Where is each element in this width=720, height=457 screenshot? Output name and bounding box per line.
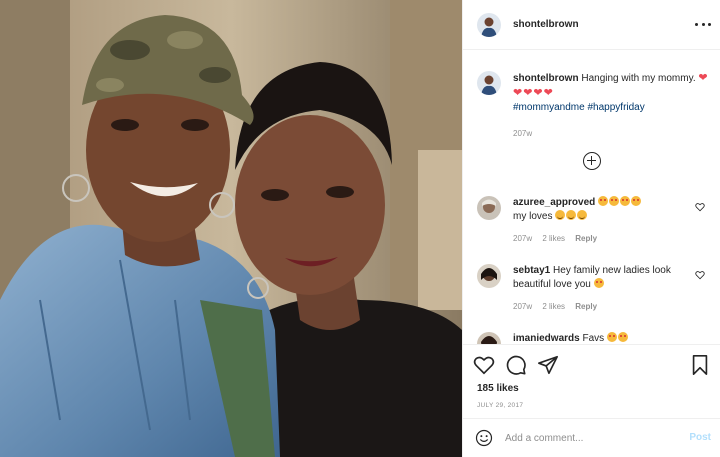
heart-eyes-emoji-icon: [606, 332, 617, 342]
caption-time[interactable]: 207w: [513, 129, 532, 138]
post-comment-button[interactable]: Post: [689, 432, 711, 443]
smile-emoji-icon: [555, 210, 566, 220]
instagram-post: shontelbrown shontelbrown Hanging with m…: [0, 0, 720, 457]
post-header: shontelbrown: [463, 0, 720, 50]
add-comment-input[interactable]: [505, 429, 675, 447]
heart-eyes-emoji-icon: [609, 196, 620, 206]
hashtag-happyfriday[interactable]: #happyfriday: [587, 102, 644, 113]
photo-illustration: [0, 0, 462, 457]
post-actions: 185 likes JULY 29, 2017: [463, 344, 720, 414]
caption-username[interactable]: shontelbrown: [513, 73, 579, 84]
commenter-avatar[interactable]: [477, 332, 501, 344]
comment-likes[interactable]: 2 likes: [542, 302, 565, 311]
caption: shontelbrown Hanging with my mommy. ❤❤❤❤…: [477, 71, 709, 141]
comment-likes[interactable]: 2 likes: [542, 234, 565, 243]
comment-text-block: sebtay1 Hey family new ladies look beaut…: [513, 264, 709, 314]
comment-item: imaniedwards Favs: [477, 332, 709, 344]
heart-eyes-emoji-icon: [598, 196, 609, 206]
caption-text: Hanging with my mommy.: [581, 73, 696, 84]
comment-time[interactable]: 207w: [513, 302, 532, 311]
reply-button[interactable]: Reply: [575, 234, 597, 243]
caption-text-block: shontelbrown Hanging with my mommy. ❤❤❤❤…: [513, 71, 709, 141]
smile-emoji-icon: [577, 210, 588, 220]
author-username[interactable]: shontelbrown: [513, 19, 579, 30]
more-options-icon[interactable]: [695, 18, 711, 30]
caption-meta: 207w: [513, 127, 709, 141]
heart-eyes-emoji-icon: [631, 196, 642, 206]
bookmark-icon[interactable]: [689, 354, 711, 376]
comment-time[interactable]: 207w: [513, 234, 532, 243]
comment-username[interactable]: azuree_approved: [513, 197, 595, 208]
comment-text-block: azuree_approved my loves 207w 2 likes Re…: [513, 196, 709, 246]
heart-icon[interactable]: [473, 354, 495, 376]
commenter-avatar[interactable]: [477, 196, 501, 220]
add-comment-bar: Post: [463, 418, 720, 457]
heart-kiss-emoji-icon: [593, 278, 604, 288]
comment-text-block: imaniedwards Favs: [513, 332, 709, 344]
comment-meta: 207w 2 likes Reply: [513, 232, 709, 246]
comment-text: Favs: [582, 333, 605, 344]
hashtag-mommyandme[interactable]: #mommyandme: [513, 102, 585, 113]
comments-list[interactable]: shontelbrown Hanging with my mommy. ❤❤❤❤…: [463, 51, 720, 344]
comment-username[interactable]: imaniedwards: [513, 333, 580, 344]
share-icon[interactable]: [537, 354, 559, 376]
post-side-panel: shontelbrown shontelbrown Hanging with m…: [462, 0, 720, 457]
comment-like-heart-icon[interactable]: [695, 270, 705, 280]
plus-circle-icon[interactable]: [583, 152, 601, 170]
comment-item: azuree_approved my loves 207w 2 likes Re…: [477, 196, 709, 246]
post-date[interactable]: JULY 29, 2017: [477, 402, 523, 409]
heart-eyes-emoji-icon: [620, 196, 631, 206]
likes-count[interactable]: 185 likes: [477, 383, 519, 394]
comment-icon[interactable]: [505, 354, 527, 376]
commenter-avatar[interactable]: [477, 264, 501, 288]
author-avatar[interactable]: [477, 12, 501, 37]
comment-username[interactable]: sebtay1: [513, 265, 550, 276]
caption-avatar[interactable]: [477, 71, 501, 95]
post-photo[interactable]: [0, 0, 462, 457]
smile-emoji-icon: [566, 210, 577, 220]
comment-meta: 207w 2 likes Reply: [513, 300, 709, 314]
comment-like-heart-icon[interactable]: [695, 202, 705, 212]
comment-item: sebtay1 Hey family new ladies look beaut…: [477, 264, 709, 314]
reply-button[interactable]: Reply: [575, 302, 597, 311]
smiley-icon[interactable]: [475, 429, 493, 447]
heart-eyes-emoji-icon: [617, 332, 628, 342]
comment-text: my loves: [513, 211, 553, 222]
